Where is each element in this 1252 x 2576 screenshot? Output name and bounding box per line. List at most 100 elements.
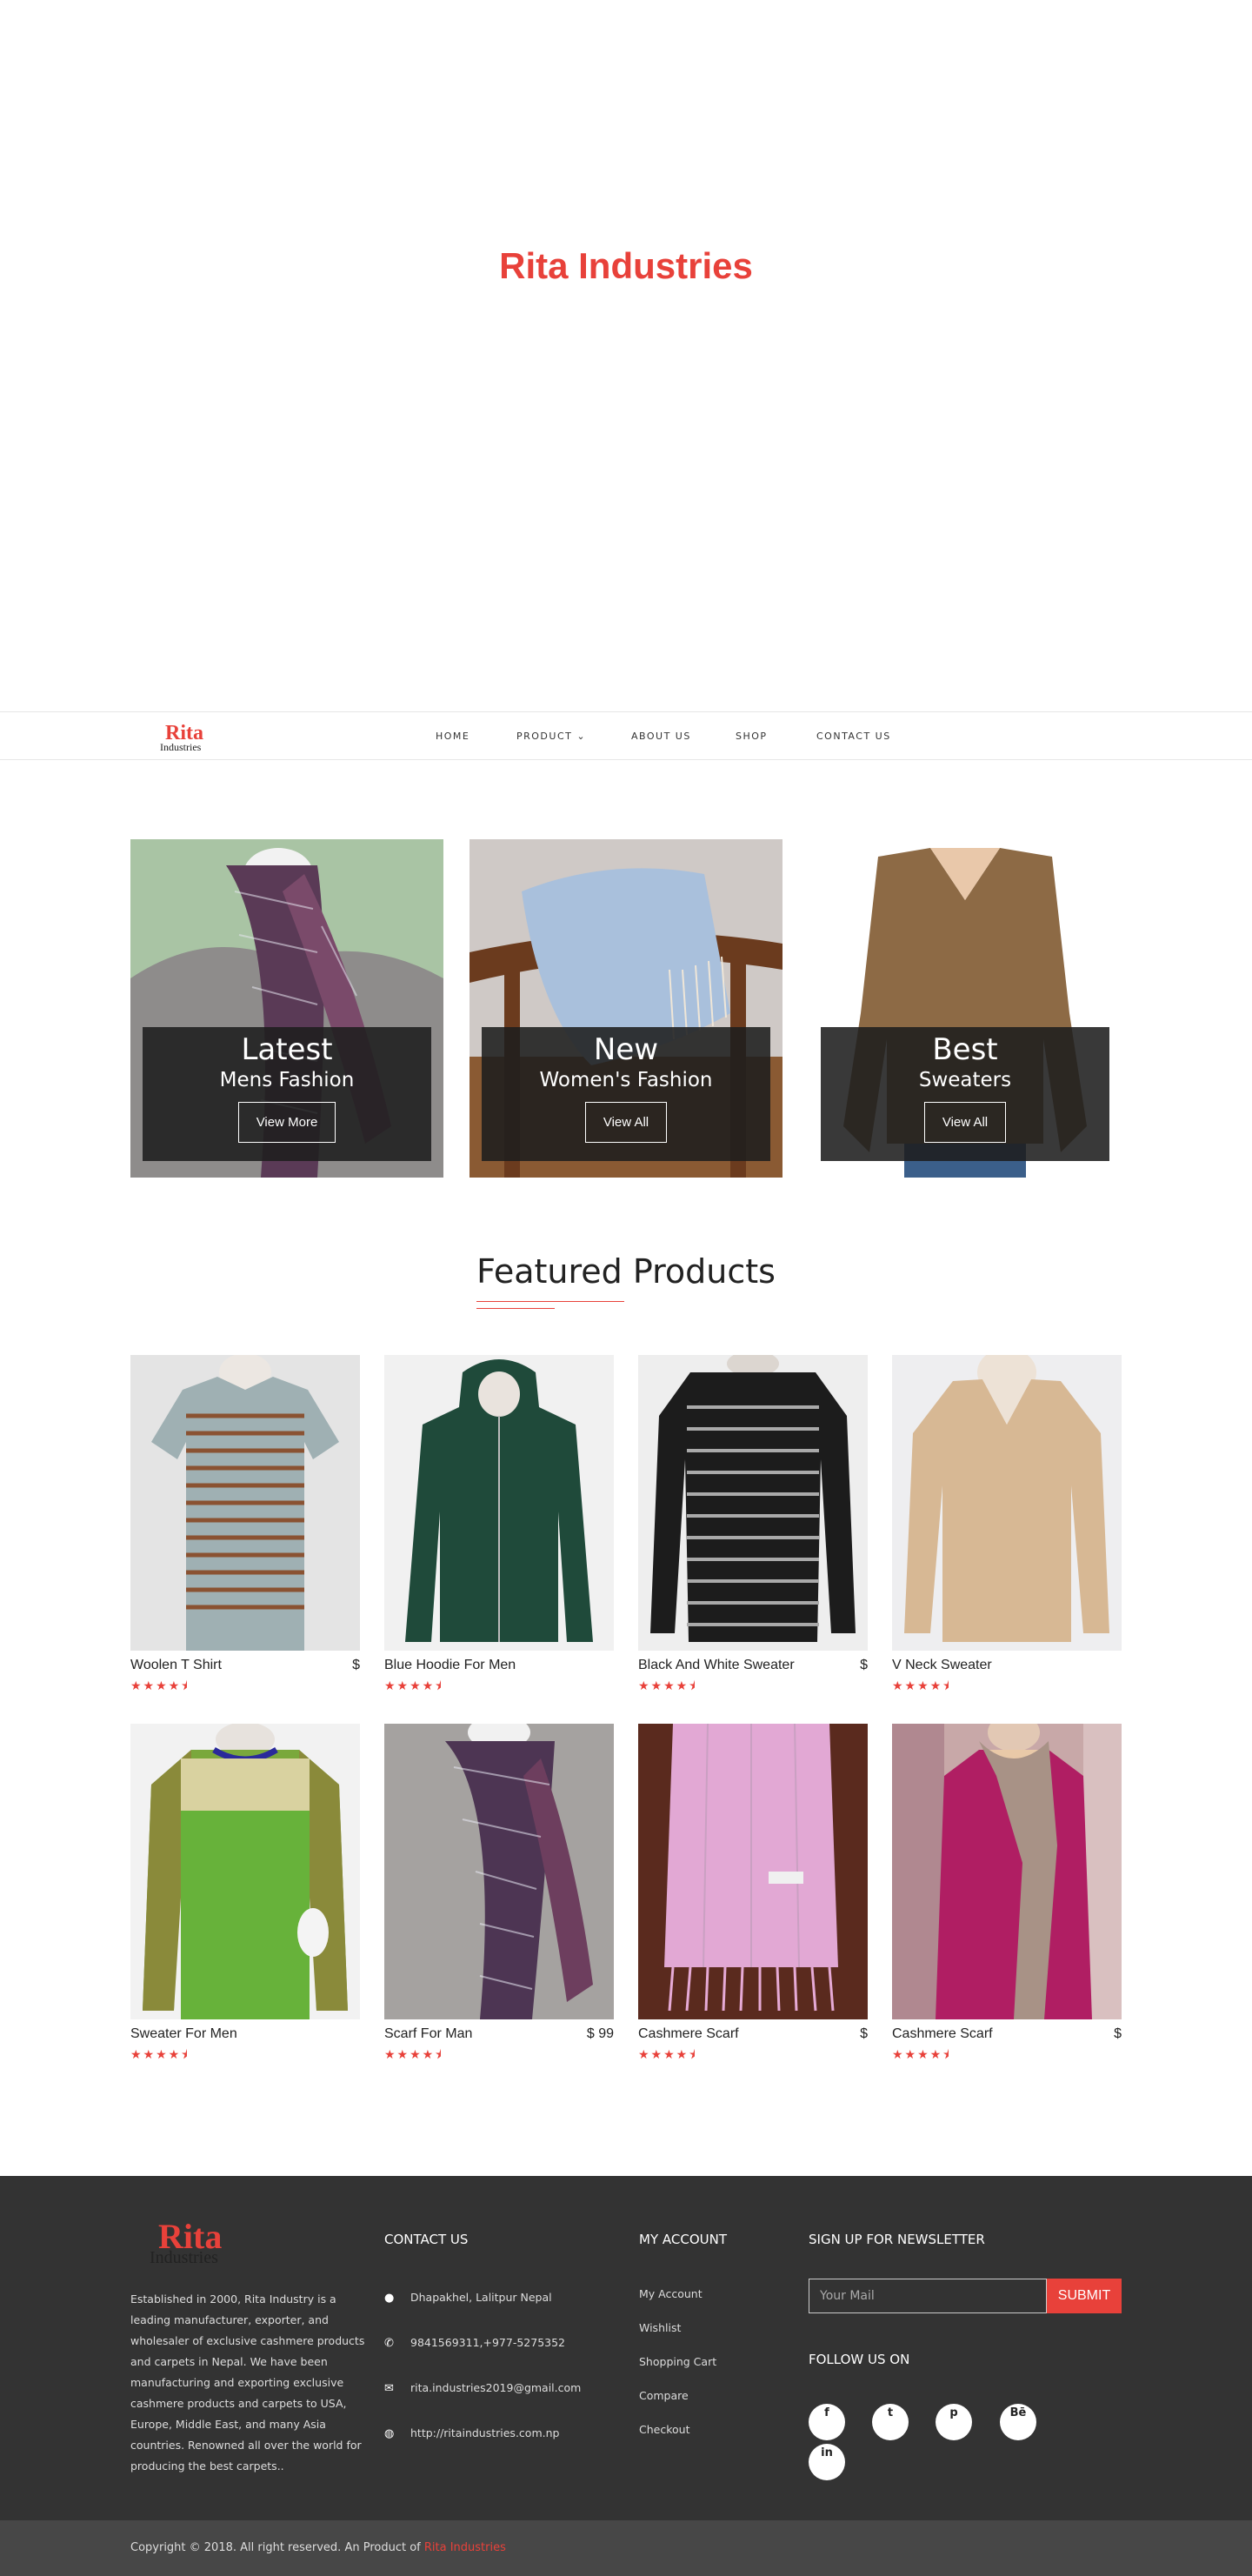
nav-shop[interactable]: SHOP — [736, 731, 768, 742]
banner-new-subtitle: Women's Fashion — [539, 1069, 713, 1091]
product-card[interactable]: V Neck Sweater ★★★★⯨ — [892, 1355, 1122, 1692]
featured-title: Featured Products — [476, 1252, 776, 1291]
product-image[interactable] — [384, 1355, 614, 1651]
view-all-womens-button[interactable]: View All — [584, 1102, 668, 1143]
striped-tshirt-image — [130, 1355, 360, 1651]
contact-address: ● Dhapakhel, Lalitpur Nepal — [384, 2291, 552, 2305]
product-card[interactable]: Black And White Sweater $ ★★★★⯨ — [638, 1355, 868, 1692]
product-card[interactable]: Scarf For Man $ 99 ★★★★⯨ — [384, 1724, 614, 2061]
nav-product[interactable]: PRODUCT ⌄ — [516, 731, 586, 742]
product-image[interactable] — [384, 1724, 614, 2019]
product-name[interactable]: Sweater For Men — [130, 2026, 237, 2042]
product-price: $ — [352, 1658, 360, 1672]
product-price: $ — [860, 1658, 868, 1672]
logo-line2: Industries — [160, 741, 202, 753]
view-all-sweaters-button[interactable]: View All — [923, 1102, 1007, 1143]
rating-stars-icon: ★★★★⯨ — [892, 2047, 951, 2061]
product-name[interactable]: Blue Hoodie For Men — [384, 1658, 516, 1673]
banner-best-overlay: Best Sweaters View All — [821, 1027, 1109, 1161]
product-card[interactable]: Cashmere Scarf $ ★★★★⯨ — [638, 1724, 868, 2061]
nav-contact[interactable]: CONTACT US — [816, 731, 891, 742]
rating-stars-icon: ★★★★⯨ — [130, 2047, 190, 2061]
product-image[interactable] — [892, 1355, 1122, 1651]
hero-title: Rita Industries — [499, 245, 753, 286]
phone-icon: ✆ — [384, 2337, 394, 2350]
contact-email-text[interactable]: rita.industries2019@gmail.com — [410, 2381, 581, 2394]
striped-sweater-image — [638, 1355, 868, 1651]
product-card[interactable]: Cashmere Scarf $ ★★★★⯨ — [892, 1724, 1122, 2061]
product-image[interactable] — [130, 1724, 360, 2019]
contact-email: ✉ rita.industries2019@gmail.com — [384, 2381, 581, 2395]
copyright-text: Copyright © 2018. All right reserved. An… — [130, 2541, 506, 2554]
product-name[interactable]: Woolen T Shirt — [130, 1658, 222, 1673]
title-underline — [476, 1301, 624, 1302]
rating-stars-icon: ★★★★⯨ — [638, 2047, 697, 2061]
account-link-checkout[interactable]: Checkout — [639, 2423, 689, 2436]
contact-website-link[interactable]: http://ritaindustries.com.np — [410, 2426, 559, 2439]
product-name[interactable]: Scarf For Man — [384, 2026, 472, 2042]
product-image[interactable] — [638, 1355, 868, 1651]
banner-latest-overlay: Latest Mens Fashion View More — [143, 1027, 431, 1161]
nav-home[interactable]: HOME — [436, 731, 470, 742]
linkedin-icon[interactable]: in — [809, 2444, 845, 2480]
product-name[interactable]: Black And White Sweater — [638, 1658, 795, 1673]
account-heading: MY ACCOUNT — [639, 2232, 727, 2247]
banner-new: New Women's Fashion View All — [470, 839, 782, 1178]
rating-stars-icon: ★★★★⯨ — [638, 1678, 697, 1692]
product-image[interactable] — [130, 1355, 360, 1651]
contact-phone-text: 9841569311,+977-5275352 — [410, 2336, 566, 2349]
title-underline-short — [476, 1308, 555, 1309]
chevron-down-icon: ⌄ — [576, 731, 587, 742]
product-name[interactable]: V Neck Sweater — [892, 1658, 992, 1673]
cashmere-scarf-model-image — [892, 1724, 1122, 2019]
banner-latest-title: Latest — [241, 1032, 333, 1067]
nav-about[interactable]: ABOUT US — [631, 731, 691, 742]
banner-best: Best Sweaters View All — [809, 839, 1122, 1178]
account-link-cart[interactable]: Shopping Cart — [639, 2355, 716, 2368]
banner-latest-subtitle: Mens Fashion — [219, 1069, 355, 1091]
product-image[interactable] — [638, 1724, 868, 2019]
product-card[interactable]: Blue Hoodie For Men ★★★★⯨ — [384, 1355, 614, 1692]
contact-address-text: Dhapakhel, Lalitpur Nepal — [410, 2291, 552, 2304]
view-more-button[interactable]: View More — [237, 1102, 336, 1143]
about-text: Established in 2000, Rita Industry is a … — [130, 2292, 365, 2473]
product-card[interactable]: Sweater For Men ★★★★⯨ — [130, 1724, 360, 2061]
footer-logo-line2: Industries — [150, 2248, 218, 2267]
product-price: $ — [1114, 2026, 1122, 2041]
newsletter-submit-button[interactable]: SUBMIT — [1047, 2279, 1122, 2313]
footer: Rita Industries Established in 2000, Rit… — [0, 2176, 1252, 2520]
banner-new-title: New — [593, 1032, 659, 1067]
hero-section: Rita Industries — [0, 0, 1252, 711]
behance-icon[interactable]: Bē — [1000, 2404, 1036, 2440]
copyright-label: Copyright © 2018. All right reserved. An… — [130, 2541, 424, 2554]
twitter-icon[interactable]: t — [872, 2404, 909, 2440]
copyright-brand-link[interactable]: Rita Industries — [424, 2541, 506, 2554]
product-name[interactable]: Cashmere Scarf — [638, 2026, 739, 2042]
account-link-wishlist[interactable]: Wishlist — [639, 2321, 681, 2334]
banner-best-subtitle: Sweaters — [918, 1069, 1012, 1091]
product-image[interactable] — [892, 1724, 1122, 2019]
product-name[interactable]: Cashmere Scarf — [892, 2026, 993, 2042]
green-sweater-image — [130, 1724, 360, 2019]
copyright-bar: Copyright © 2018. All right reserved. An… — [0, 2520, 1252, 2576]
account-link-compare[interactable]: Compare — [639, 2389, 689, 2402]
footer-logo[interactable]: Rita Industries — [150, 2219, 222, 2267]
site-logo[interactable]: Rita Industries — [160, 723, 203, 752]
pink-scarf-image — [638, 1724, 868, 2019]
pinterest-icon[interactable]: p — [936, 2404, 972, 2440]
v-neck-sweater-image — [892, 1355, 1122, 1651]
contact-heading: CONTACT US — [384, 2232, 469, 2247]
newsletter-email-input[interactable]: Your Mail — [809, 2279, 1047, 2313]
scarf-product-image — [384, 1724, 614, 2019]
nav-product-label: PRODUCT — [516, 731, 573, 742]
rating-stars-icon: ★★★★⯨ — [384, 1678, 443, 1692]
follow-heading: FOLLOW US ON — [809, 2352, 910, 2367]
rating-stars-icon: ★★★★⯨ — [384, 2047, 443, 2061]
account-link-my-account[interactable]: My Account — [639, 2287, 703, 2300]
facebook-icon[interactable]: f — [809, 2404, 845, 2440]
banner-best-title: Best — [932, 1032, 998, 1067]
product-card[interactable]: Woolen T Shirt $ ★★★★⯨ — [130, 1355, 360, 1692]
newsletter-heading: SIGN UP FOR NEWSLETTER — [809, 2232, 985, 2247]
contact-phone: ✆ 9841569311,+977-5275352 — [384, 2336, 565, 2350]
location-icon: ● — [384, 2292, 395, 2305]
